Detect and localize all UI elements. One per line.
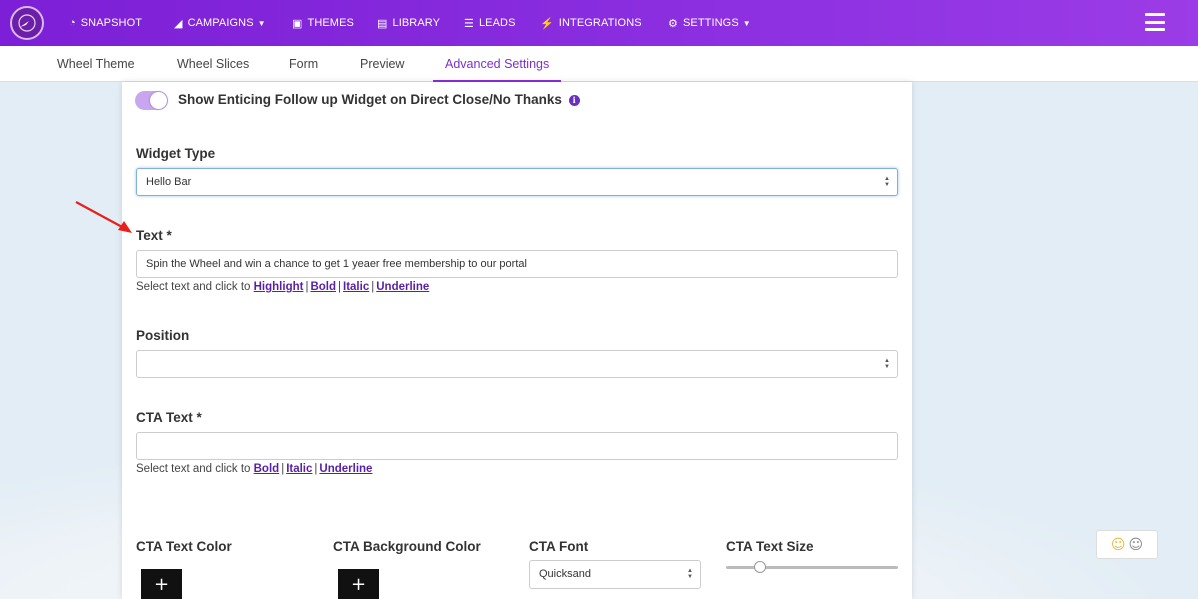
list-icon: ☰ bbox=[464, 17, 474, 30]
select-updown-icon: ▲ ▼ bbox=[884, 358, 890, 370]
nav-campaigns-label: CAMPAIGNS bbox=[187, 17, 254, 29]
text-input[interactable]: Spin the Wheel and win a chance to get 1… bbox=[136, 250, 898, 278]
cta-background-color-label: CTA Background Color bbox=[333, 539, 481, 554]
cta-font-select[interactable]: Quicksand ▲ ▼ bbox=[529, 560, 701, 589]
caret-down-icon: ▼ bbox=[257, 18, 266, 28]
cta-text-color-label: CTA Text Color bbox=[136, 539, 232, 554]
hamburger-menu-icon[interactable] bbox=[1145, 13, 1165, 31]
info-icon[interactable]: i bbox=[568, 95, 580, 106]
cta-background-color-add-button[interactable]: + bbox=[338, 569, 379, 599]
library-icon: ▤ bbox=[377, 17, 388, 30]
advanced-settings-panel: Show Enticing Follow up Widget on Direct… bbox=[122, 82, 912, 599]
cta-text-size-label: CTA Text Size bbox=[726, 539, 814, 554]
paper-plane-icon: ◢ bbox=[174, 17, 183, 30]
tab-form[interactable]: Form bbox=[287, 46, 320, 82]
select-updown-icon: ▲ ▼ bbox=[884, 176, 890, 188]
wheel-logo-icon[interactable] bbox=[10, 6, 44, 40]
follow-up-widget-toggle[interactable] bbox=[135, 91, 168, 110]
image-icon: ▣ bbox=[292, 17, 303, 30]
nav-leads-label: LEADS bbox=[478, 17, 516, 29]
nav-integrations-label: INTEGRATIONS bbox=[558, 17, 642, 29]
widget-type-value: Hello Bar bbox=[146, 176, 192, 188]
nav-snapshot-label: SNAPSHOT bbox=[80, 17, 143, 29]
nav-library[interactable]: ▤ LIBRARY bbox=[377, 0, 440, 46]
follow-up-widget-label: Show Enticing Follow up Widget on Direct… bbox=[178, 92, 580, 107]
emoji-feedback-widget[interactable]: ☺ ☺ bbox=[1096, 530, 1158, 559]
italic-link[interactable]: Italic bbox=[286, 463, 312, 475]
text-input-value: Spin the Wheel and win a chance to get 1… bbox=[146, 258, 527, 270]
nav-integrations[interactable]: ⚡ INTEGRATIONS bbox=[540, 0, 642, 46]
tab-advanced-settings[interactable]: Advanced Settings bbox=[433, 46, 562, 82]
widget-type-label: Widget Type bbox=[136, 146, 216, 161]
annotation-arrow-icon bbox=[75, 201, 132, 233]
cta-text-color-add-button[interactable]: + bbox=[141, 569, 182, 599]
tab-wheel-slices[interactable]: Wheel Slices bbox=[175, 46, 251, 82]
tab-wheel-theme[interactable]: Wheel Theme bbox=[55, 46, 137, 82]
italic-link[interactable]: Italic bbox=[343, 281, 369, 293]
highlight-link[interactable]: Highlight bbox=[254, 281, 304, 293]
nav-settings-label: SETTINGS bbox=[682, 17, 739, 29]
position-select[interactable]: ▲ ▼ bbox=[136, 350, 898, 378]
dashboard-icon: ◔ bbox=[69, 17, 76, 29]
nav-leads[interactable]: ☰ LEADS bbox=[464, 0, 516, 46]
editor-tabs: Wheel Theme Wheel Slices Form Preview Ad… bbox=[0, 46, 1198, 82]
nav-themes[interactable]: ▣ THEMES bbox=[292, 0, 354, 46]
text-format-hint: Select text and click to Highlight | Bold |… bbox=[136, 281, 430, 293]
nav-settings[interactable]: ⚙ SETTINGS ▼ bbox=[668, 0, 751, 46]
gears-icon: ⚙ bbox=[668, 17, 678, 30]
cta-text-size-slider-thumb[interactable] bbox=[754, 561, 767, 573]
cta-text-input[interactable] bbox=[136, 432, 898, 460]
nav-snapshot[interactable]: ◔ SNAPSHOT bbox=[69, 0, 142, 46]
smiley-icon[interactable]: ☺ bbox=[1129, 537, 1144, 553]
plug-icon: ⚡ bbox=[540, 17, 554, 30]
nav-themes-label: THEMES bbox=[307, 17, 354, 29]
position-label: Position bbox=[136, 328, 190, 343]
cta-format-hint: Select text and click to Bold | Italic | Und… bbox=[136, 463, 373, 475]
select-updown-icon: ▲ ▼ bbox=[687, 568, 693, 580]
underline-link[interactable]: Underline bbox=[319, 463, 372, 475]
tab-preview[interactable]: Preview bbox=[358, 46, 406, 82]
cta-text-label: CTA Text * bbox=[136, 410, 202, 425]
caret-down-icon: ▼ bbox=[742, 18, 751, 28]
cta-text-size-slider-track[interactable] bbox=[726, 566, 898, 569]
text-label: Text * bbox=[136, 228, 172, 243]
add-emoji-icon[interactable]: ☺ bbox=[1111, 537, 1126, 553]
underline-link[interactable]: Underline bbox=[376, 281, 429, 293]
nav-library-label: LIBRARY bbox=[392, 17, 441, 29]
widget-type-select[interactable]: Hello Bar ▲ ▼ bbox=[136, 168, 898, 196]
cta-font-value: Quicksand bbox=[539, 568, 591, 580]
top-navbar: ◔ SNAPSHOT ◢ CAMPAIGNS ▼ ▣ THEMES ▤ LIBR… bbox=[0, 0, 1198, 46]
bold-link[interactable]: Bold bbox=[310, 281, 336, 293]
cta-font-label: CTA Font bbox=[529, 539, 589, 554]
nav-campaigns[interactable]: ◢ CAMPAIGNS ▼ bbox=[174, 0, 266, 46]
bold-link[interactable]: Bold bbox=[254, 463, 280, 475]
